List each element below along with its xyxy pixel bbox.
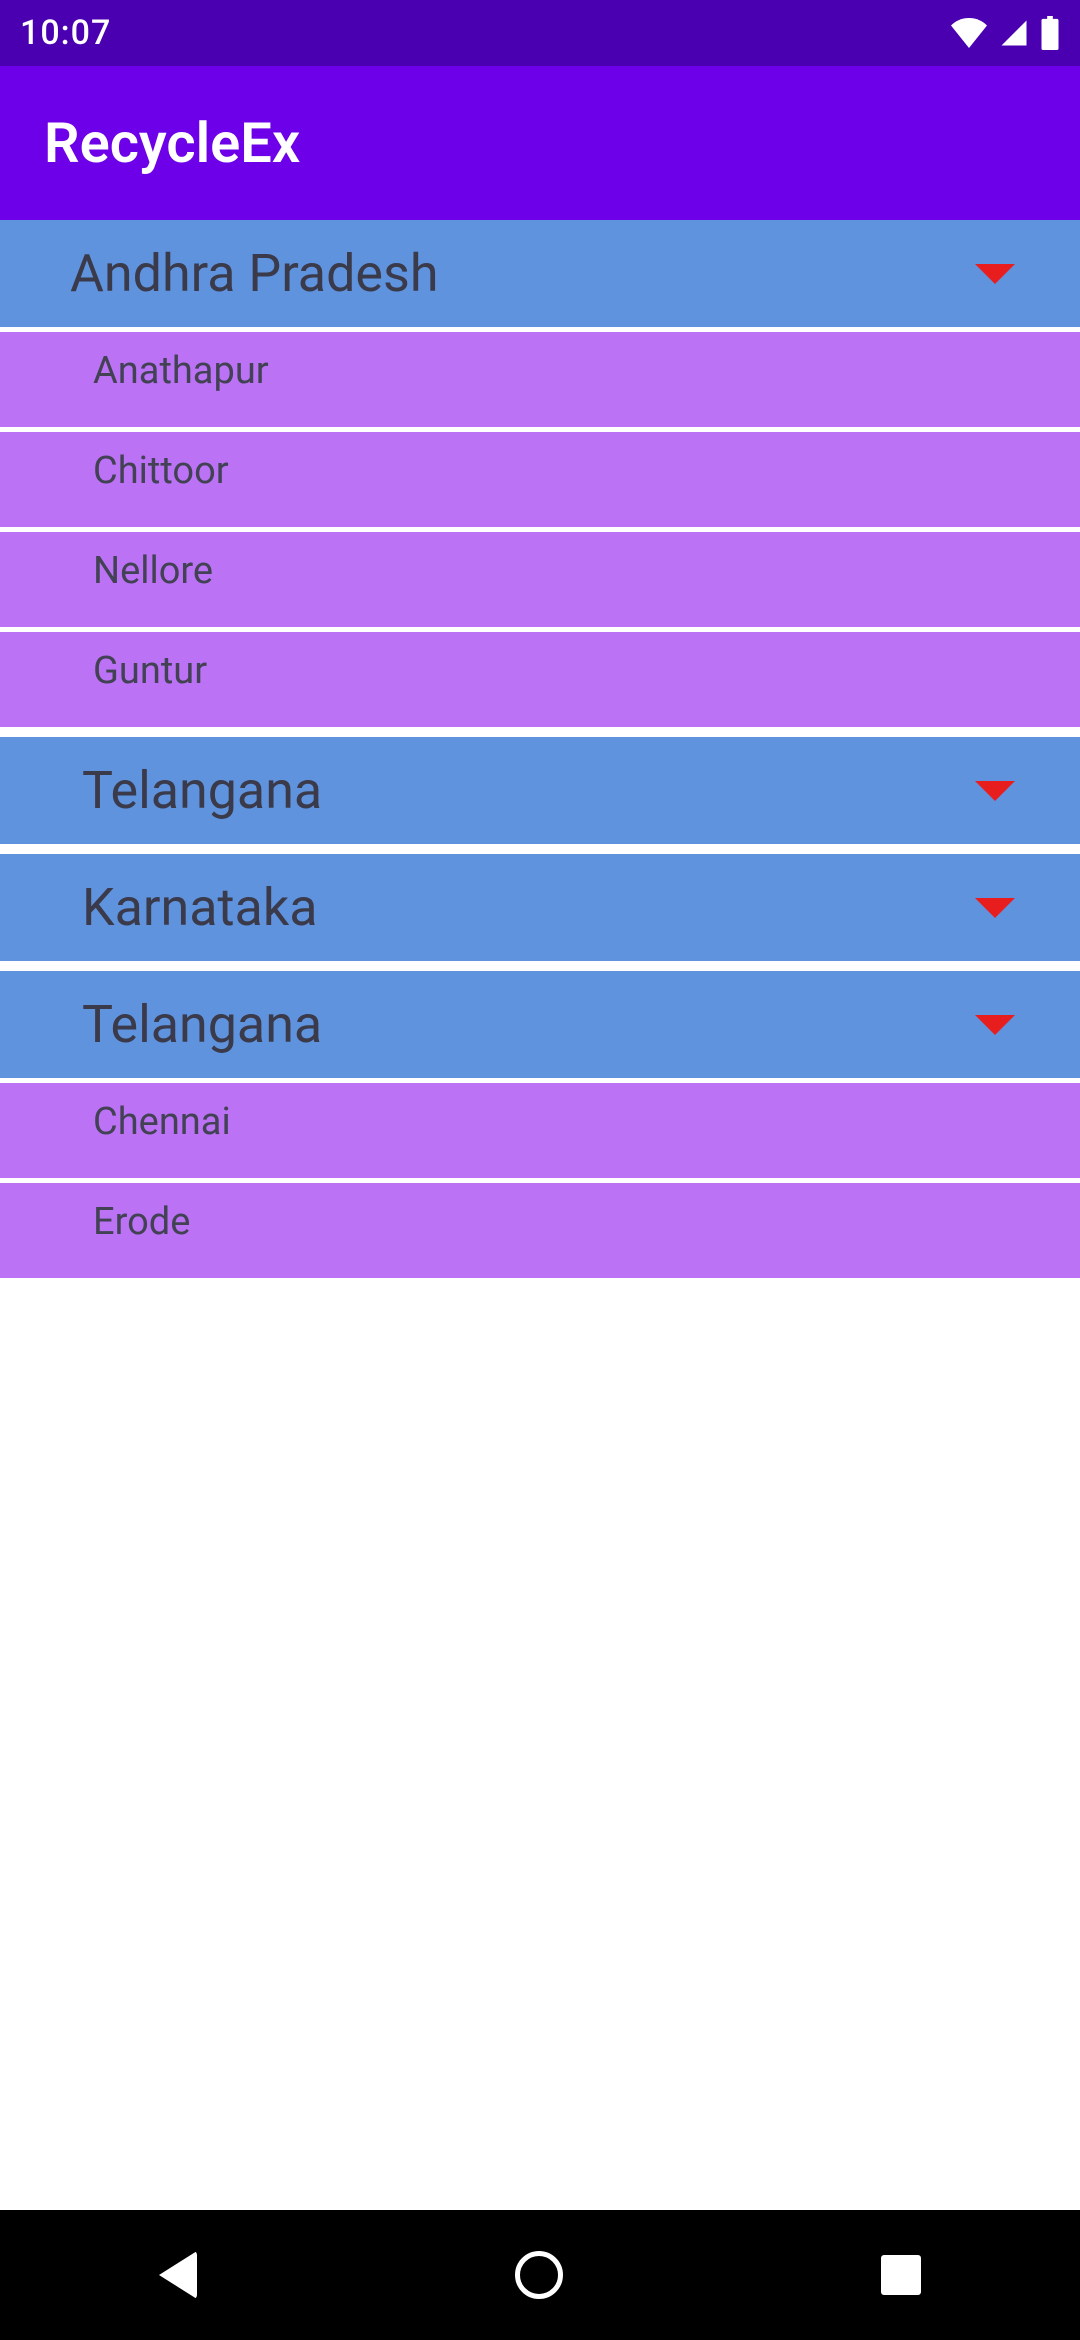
wifi-icon [950,18,988,48]
status-bar: 10:07 [0,0,1080,66]
list-item[interactable]: Guntur [0,632,1080,727]
dropdown-icon [975,781,1015,801]
home-button[interactable] [515,2251,563,2299]
group-title: Karnataka [82,877,317,938]
group-header-andhra-pradesh[interactable]: Andhra Pradesh [0,220,1080,327]
list-item[interactable]: Erode [0,1183,1080,1278]
list-item[interactable]: Anathapur [0,332,1080,427]
dropdown-icon [975,1015,1015,1035]
app-bar: RecycleEx [0,66,1080,220]
group-title: Andhra Pradesh [70,243,438,304]
battery-icon [1040,16,1060,50]
app-title: RecycleEx [44,110,300,176]
status-icons [950,16,1060,50]
recent-apps-button[interactable] [881,2255,921,2295]
dropdown-icon [975,898,1015,918]
list-item[interactable]: Chennai [0,1083,1080,1178]
group-header-karnataka[interactable]: Karnataka [0,854,1080,961]
back-button[interactable] [159,2251,197,2299]
group-title: Telangana [82,760,322,821]
group-title: Telangana [82,994,322,1055]
status-time: 10:07 [20,13,111,53]
signal-icon [998,18,1030,48]
dropdown-icon [975,264,1015,284]
group-header-telangana-2[interactable]: Telangana [0,971,1080,1078]
navigation-bar [0,2210,1080,2340]
list-item[interactable]: Chittoor [0,432,1080,527]
group-header-telangana[interactable]: Telangana [0,737,1080,844]
content-list[interactable]: Andhra Pradesh Anathapur Chittoor Nellor… [0,220,1080,1278]
list-item[interactable]: Nellore [0,532,1080,627]
